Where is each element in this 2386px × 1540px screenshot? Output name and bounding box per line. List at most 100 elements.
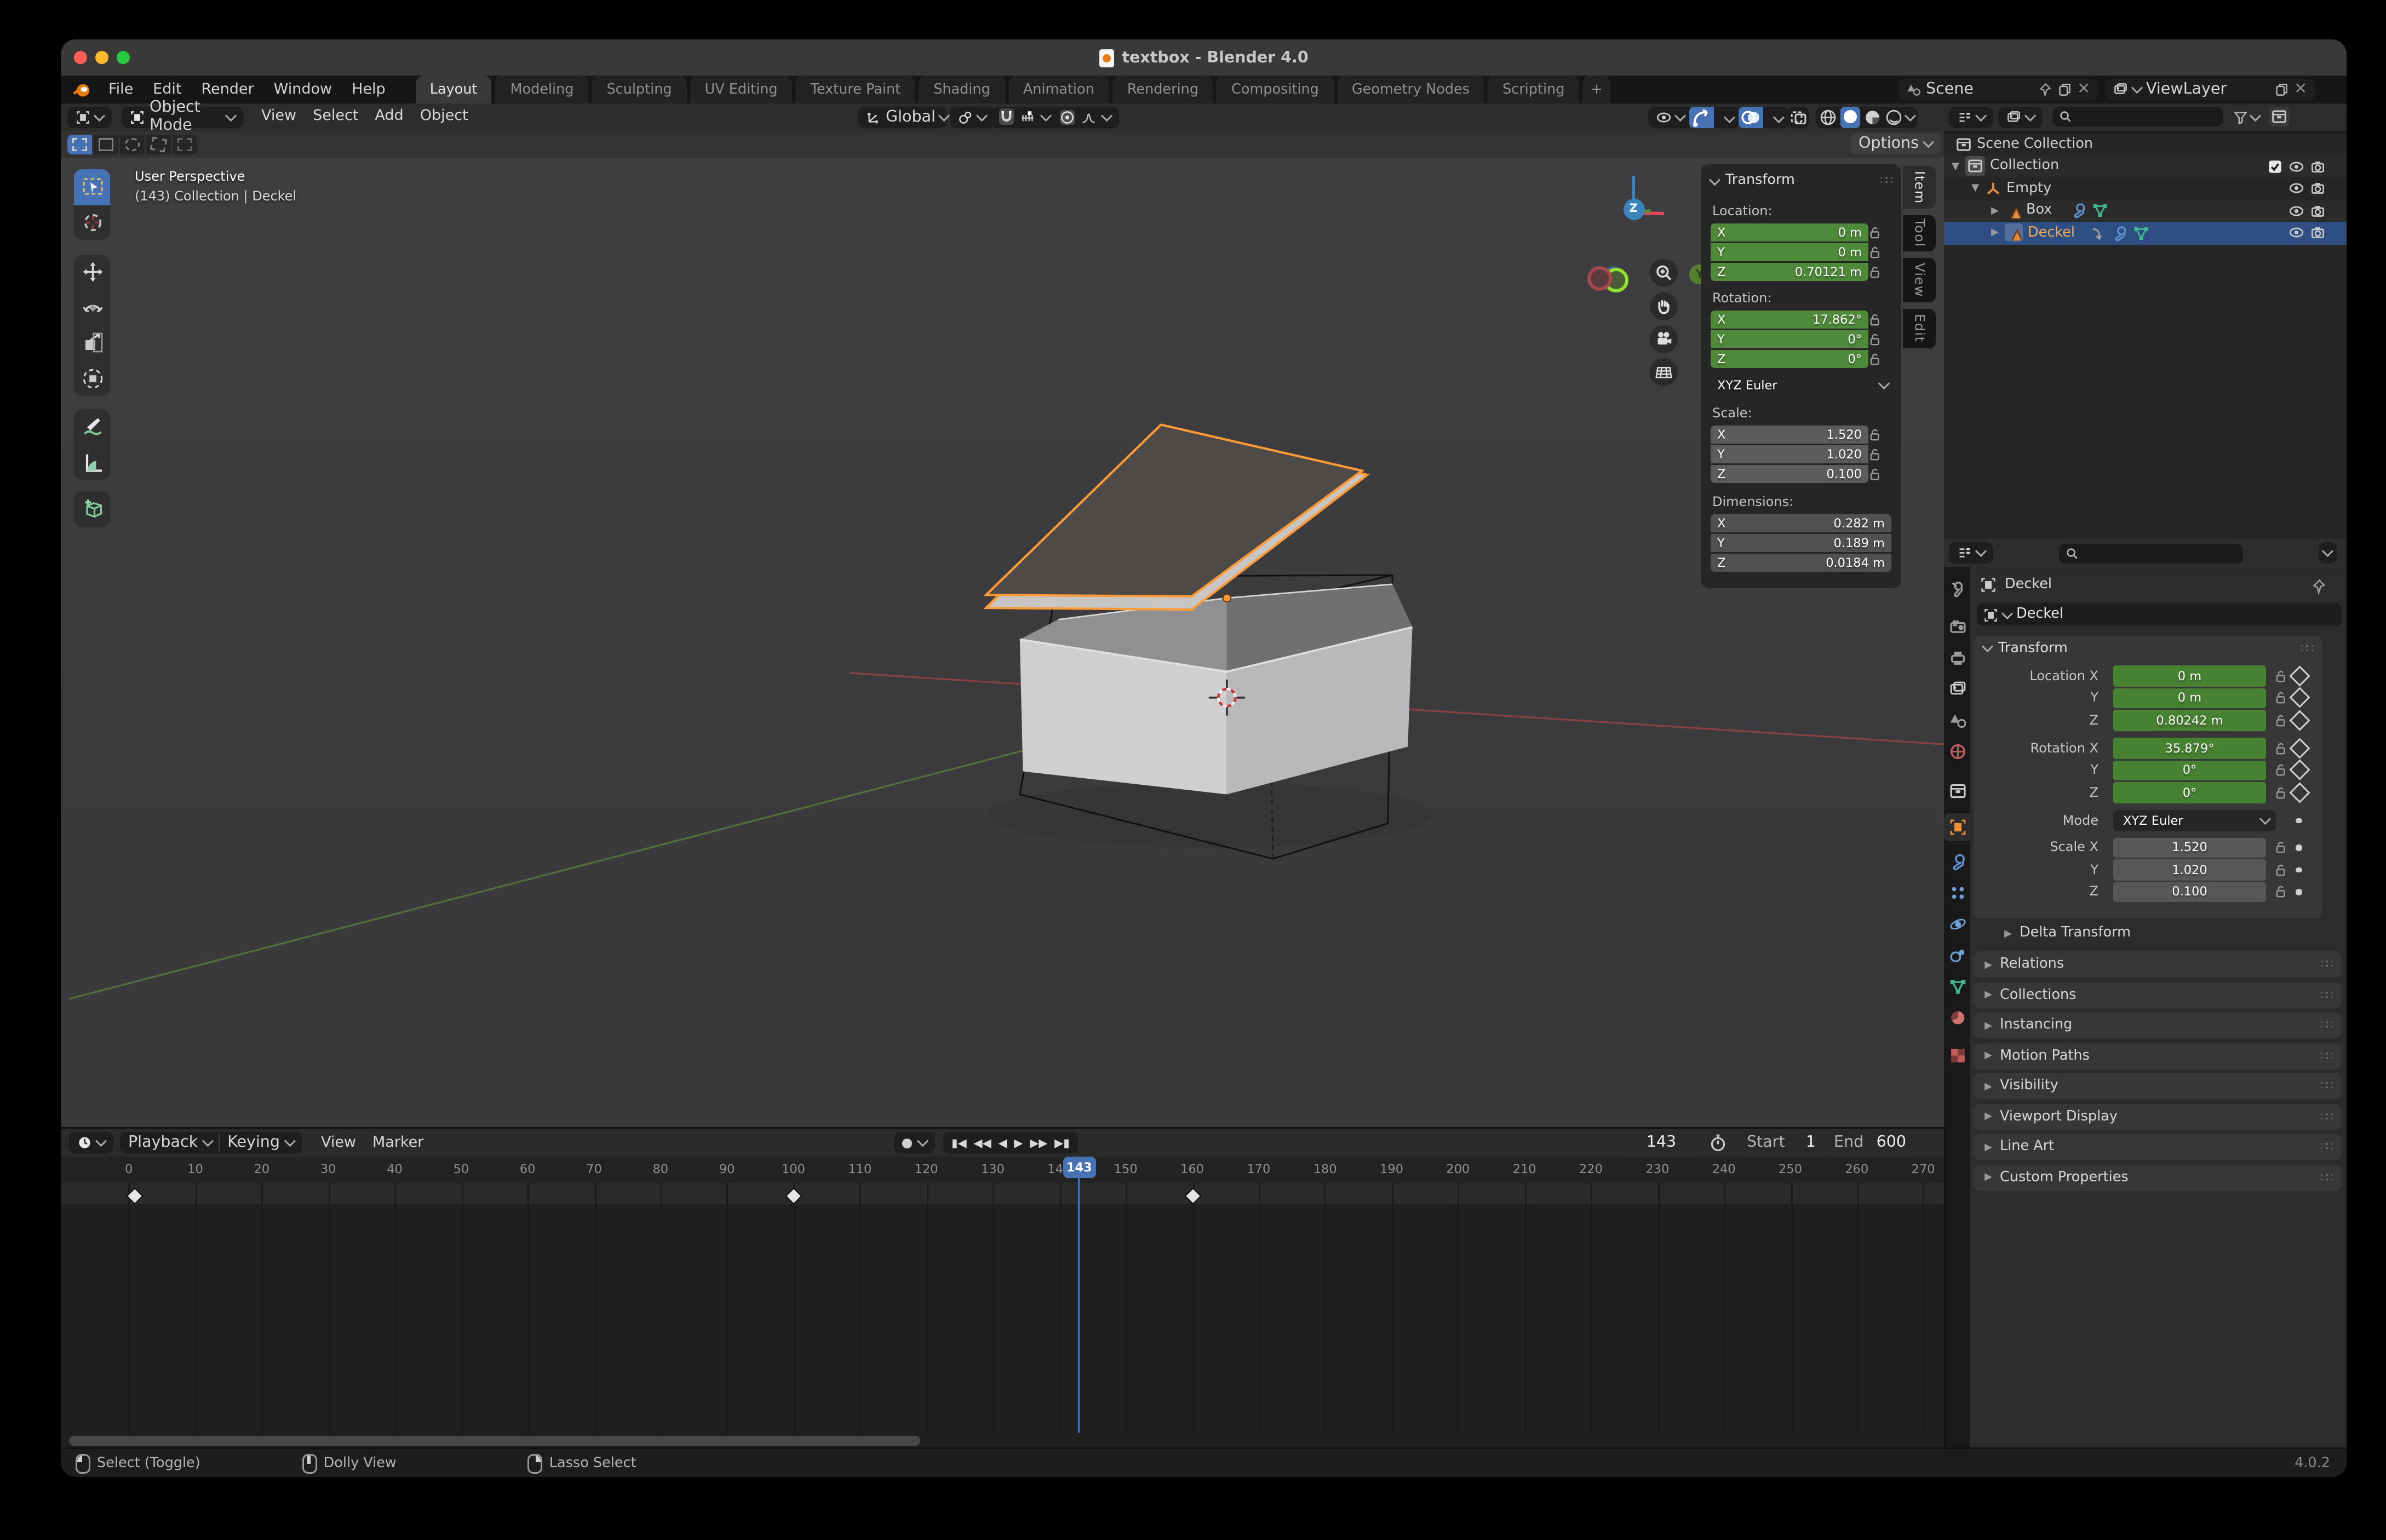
lock-icon[interactable]: [2273, 763, 2287, 778]
panel-line-art[interactable]: ▶Line Art∷∷: [1974, 1134, 2342, 1160]
pivot-point-dropdown[interactable]: [950, 106, 994, 128]
rotation-y-field[interactable]: Y0°: [1711, 330, 1868, 348]
falloff-curve-icon[interactable]: [1081, 110, 1096, 124]
outliner-search-input[interactable]: [2052, 107, 2223, 127]
tool-cursor[interactable]: [74, 205, 110, 240]
ptab-object-data[interactable]: [1944, 973, 1970, 1001]
scale-y-field[interactable]: Y1.020: [1711, 445, 1868, 463]
dimension-x-field[interactable]: X0.282 m: [1711, 514, 1891, 532]
play-button[interactable]: ▶: [1014, 1136, 1023, 1150]
location-z-field[interactable]: Z0.70121 m: [1711, 263, 1868, 281]
panel-collections[interactable]: ▶Collections∷∷: [1974, 982, 2342, 1008]
outliner-row-scene-collection[interactable]: Scene Collection: [1944, 133, 2347, 156]
eye-icon[interactable]: [2289, 159, 2304, 174]
properties-search-input[interactable]: [2059, 543, 2243, 563]
timeline-editor-type-button[interactable]: [69, 1132, 113, 1153]
tab-uv-editing[interactable]: UV Editing: [690, 76, 793, 104]
timeline-body[interactable]: [61, 1183, 1944, 1433]
ptab-texture[interactable]: [1944, 1042, 1970, 1070]
unlink-icon[interactable]: ✕: [2077, 81, 2090, 99]
lock-icon[interactable]: [1866, 332, 1881, 347]
lock-icon[interactable]: [1866, 245, 1881, 260]
lock-icon[interactable]: [1866, 427, 1881, 442]
lock-icon[interactable]: [1866, 352, 1881, 366]
lock-icon[interactable]: [2273, 840, 2287, 855]
shading-wireframe-icon[interactable]: [1819, 108, 1837, 126]
drag-grip-icon[interactable]: ∷∷: [1880, 174, 1891, 187]
jump-to-start-button[interactable]: ▮◀: [951, 1136, 967, 1150]
panel-custom-properties[interactable]: ▶Custom Properties∷∷: [1974, 1164, 2342, 1191]
chevron-down-icon[interactable]: [1905, 110, 1916, 121]
camera-icon[interactable]: [2310, 159, 2325, 174]
xray-toggle[interactable]: [1788, 106, 1809, 128]
ptab-constraints[interactable]: [1944, 941, 1970, 969]
lock-icon[interactable]: [1866, 265, 1881, 279]
loc-y-field[interactable]: 0 m: [2113, 688, 2266, 709]
ptab-scene[interactable]: [1944, 706, 1970, 734]
tool-select-box[interactable]: [74, 169, 110, 205]
ptab-particles[interactable]: [1944, 879, 1970, 907]
tab-scripting[interactable]: Scripting: [1488, 76, 1579, 104]
proportional-edit-icon[interactable]: [1060, 110, 1075, 124]
keyframe-diamond-icon[interactable]: [2289, 760, 2310, 780]
remove-icon[interactable]: ✕: [2294, 81, 2307, 99]
stopwatch-icon[interactable]: [1709, 1134, 1727, 1152]
tab-modeling[interactable]: Modeling: [495, 76, 588, 104]
add-workspace-button[interactable]: +: [1582, 76, 1610, 104]
auto-key-button[interactable]: [894, 1132, 935, 1153]
rotation-mode-dropdown[interactable]: XYZ Euler: [2113, 810, 2276, 831]
show-overlays-toggle[interactable]: [1739, 106, 1763, 128]
menu-select[interactable]: Select: [305, 109, 366, 125]
timeline-marker-menu[interactable]: Marker: [364, 1135, 432, 1151]
eye-icon[interactable]: [2289, 226, 2304, 240]
copy-icon[interactable]: [2057, 82, 2072, 97]
animate-dot-icon[interactable]: [2296, 867, 2302, 873]
object-name-field[interactable]: Deckel: [1977, 603, 2342, 626]
timeline-ruler[interactable]: 0102030405060708090100110120130140150160…: [61, 1157, 1944, 1185]
keyframe-diamond-icon[interactable]: [2289, 738, 2310, 758]
outliner-display-mode-button[interactable]: [1998, 106, 2043, 128]
tab-geometry-nodes[interactable]: Geometry Nodes: [1337, 76, 1484, 104]
animate-dot-icon[interactable]: [2296, 889, 2302, 895]
panel-relations[interactable]: ▶Relations∷∷: [1974, 951, 2342, 978]
expand-icon[interactable]: ▼: [1951, 160, 1960, 172]
dimension-y-field[interactable]: Y0.189 m: [1711, 534, 1891, 552]
keyframe-diamond-icon[interactable]: [2289, 687, 2310, 708]
rotation-z-field[interactable]: Z0°: [1711, 350, 1868, 368]
pin-icon[interactable]: [2310, 578, 2327, 595]
menu-help[interactable]: Help: [342, 76, 395, 104]
ptab-view-layer[interactable]: [1944, 675, 1970, 703]
scale-z-field[interactable]: Z0.100: [1711, 465, 1868, 483]
outliner-filter-button[interactable]: [2233, 110, 2259, 124]
panel-viewport-display[interactable]: ▶Viewport Display∷∷: [1974, 1104, 2342, 1130]
frame-start-field[interactable]: Start1: [1739, 1132, 1824, 1153]
options-button[interactable]: Options: [1850, 134, 1940, 155]
tab-compositing[interactable]: Compositing: [1217, 76, 1334, 104]
shading-solid-icon[interactable]: [1840, 106, 1860, 128]
delta-transform-subpanel[interactable]: ▶Delta Transform: [1993, 918, 2342, 946]
ptab-collection[interactable]: [1944, 777, 1970, 805]
scale-z-field[interactable]: 0.100: [2113, 882, 2266, 903]
lock-icon[interactable]: [1866, 467, 1881, 481]
visibility-dropdown[interactable]: [1648, 106, 1693, 128]
tool-measure[interactable]: [74, 445, 110, 480]
shading-material-icon[interactable]: [1863, 108, 1882, 126]
n-panel-header[interactable]: Transform ∷∷: [1701, 164, 1901, 192]
tab-layout[interactable]: Layout: [415, 76, 492, 104]
animate-dot-icon[interactable]: [2296, 818, 2302, 824]
tool-move[interactable]: [74, 255, 110, 290]
checkbox-icon[interactable]: [2268, 159, 2282, 174]
keying-menu[interactable]: Keying: [227, 1134, 280, 1152]
pan-view-button[interactable]: [1649, 292, 1677, 320]
scene-selector[interactable]: Scene ✕: [1898, 79, 2098, 100]
tool-scale[interactable]: [74, 325, 110, 361]
select-tweak-button[interactable]: [67, 134, 92, 155]
gizmo-x-neg-axis[interactable]: [1587, 266, 1611, 291]
blender-logo-icon[interactable]: [72, 80, 92, 100]
outliner-row-empty[interactable]: ▼ Empty: [1944, 177, 2347, 200]
panel-instancing[interactable]: ▶Instancing∷∷: [1974, 1012, 2342, 1038]
pin-icon[interactable]: [2038, 82, 2052, 97]
select-box-button[interactable]: [94, 134, 118, 155]
prev-keyframe-button[interactable]: ◀◀: [973, 1136, 991, 1150]
copy-icon[interactable]: [2274, 82, 2289, 97]
